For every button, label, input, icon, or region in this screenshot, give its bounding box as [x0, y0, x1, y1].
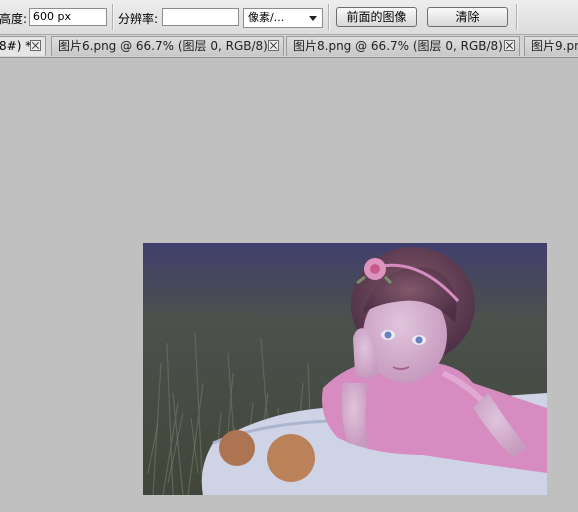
separator — [328, 4, 330, 30]
close-icon[interactable] — [268, 40, 279, 51]
clear-button[interactable]: 清除 — [427, 7, 508, 27]
tab-label: 8#) * — [0, 39, 32, 53]
tab-label: 图片8.png @ 66.7% (图层 0, RGB/8) * — [293, 39, 513, 53]
separator — [516, 4, 518, 30]
resolution-input[interactable] — [162, 8, 239, 26]
document-image — [143, 243, 547, 495]
tab-document-4[interactable]: 图片9.pn — [524, 36, 578, 56]
document-tab-bar: 8#) * 图片6.png @ 66.7% (图层 0, RGB/8) * 图片… — [0, 35, 578, 58]
resolution-unit-value: 像素/... — [248, 11, 285, 24]
tab-document-2[interactable]: 图片6.png @ 66.7% (图层 0, RGB/8) * — [51, 36, 284, 56]
height-label: 高度: — [0, 12, 28, 26]
close-icon[interactable] — [504, 40, 515, 51]
resolution-label: 分辨率: — [118, 12, 159, 26]
tab-label: 图片6.png @ 66.7% (图层 0, RGB/8) * — [58, 39, 278, 53]
front-image-button[interactable]: 前面的图像 — [336, 7, 417, 27]
close-icon[interactable] — [30, 40, 41, 51]
tab-document-3[interactable]: 图片8.png @ 66.7% (图层 0, RGB/8) * — [286, 36, 520, 56]
tab-label: 图片9.pn — [531, 39, 578, 53]
options-bar: 高度: 600 px 分辨率: 像素/... 前面的图像 清除 — [0, 0, 578, 35]
chevron-down-icon — [309, 16, 317, 21]
tab-document-1[interactable]: 8#) * — [0, 36, 46, 56]
height-input[interactable]: 600 px — [29, 8, 107, 26]
separator — [112, 4, 114, 30]
resolution-unit-select[interactable]: 像素/... — [243, 8, 323, 28]
canvas-area[interactable] — [0, 58, 578, 512]
